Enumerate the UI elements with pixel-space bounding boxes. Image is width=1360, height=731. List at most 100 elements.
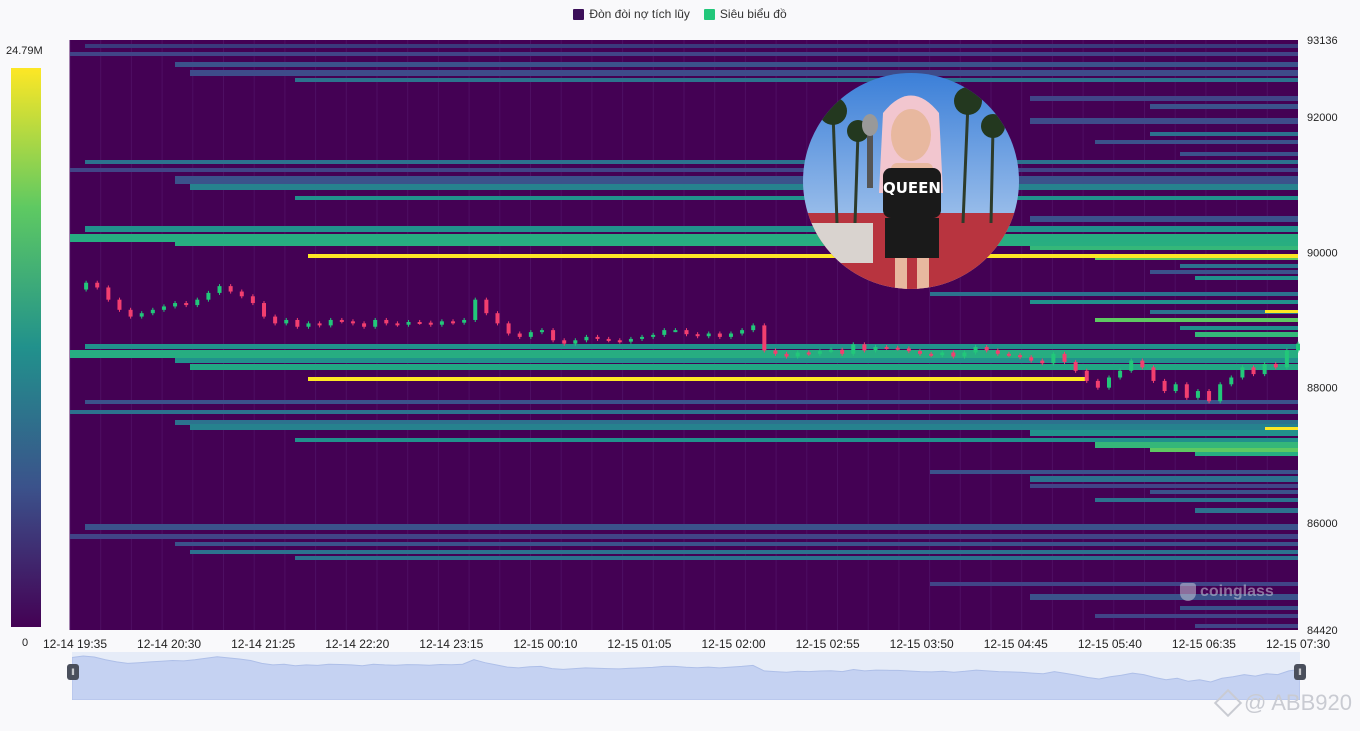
candle-body — [328, 319, 333, 326]
candle-body — [1273, 363, 1278, 368]
liquidation-level-lower — [308, 377, 1085, 381]
candle-body — [539, 330, 544, 333]
liquidation-band — [930, 292, 1298, 296]
liquidation-band — [70, 410, 1298, 414]
candle-body — [740, 330, 745, 334]
navigator-right-handle[interactable]: ǁ — [1294, 664, 1306, 680]
microphone-icon — [867, 128, 873, 188]
candle-body — [1218, 384, 1223, 402]
candle-body — [451, 321, 456, 324]
liquidation-band — [85, 160, 1298, 164]
candle-body — [350, 321, 355, 324]
candle-body — [1118, 370, 1123, 378]
navigator-left-handle[interactable]: ǁ — [67, 664, 79, 680]
candle-body — [273, 316, 278, 324]
candle-body — [884, 347, 889, 350]
liquidation-band — [190, 550, 1298, 554]
candle-body — [117, 299, 122, 310]
glass-icon — [1180, 583, 1196, 601]
liquidation-band — [1150, 490, 1298, 494]
candle-body — [940, 352, 945, 356]
liquidation-band — [295, 556, 1298, 560]
candle-body — [161, 306, 166, 310]
candle-body — [995, 350, 1000, 354]
candle-body — [1029, 357, 1034, 361]
candle-body — [462, 319, 467, 323]
candle-body — [1084, 370, 1089, 381]
candle-body — [1173, 384, 1178, 392]
x-tick-label: 12-14 20:30 — [137, 637, 201, 651]
y-tick-label: 86000 — [1307, 518, 1338, 530]
liquidation-band — [175, 542, 1298, 546]
liquidation-band — [1095, 318, 1298, 322]
candle-body — [195, 299, 200, 306]
candle-body — [984, 347, 989, 351]
liquidation-band — [85, 524, 1298, 530]
liquidation-band — [1030, 430, 1298, 436]
candle-body — [95, 282, 100, 288]
liquidation-band — [85, 44, 1298, 48]
watermark: @ ABB920 — [1213, 688, 1352, 718]
y-tick-label: 92000 — [1307, 112, 1338, 124]
candle-body — [1106, 377, 1111, 388]
candle-body — [262, 303, 267, 317]
liquidation-band — [1030, 300, 1298, 304]
x-tick-label: 12-15 00:10 — [513, 637, 577, 651]
candle-body — [106, 287, 111, 300]
candle-body — [528, 332, 533, 337]
candle-body — [829, 349, 834, 352]
candle-body — [139, 313, 144, 317]
liquidation-level-small — [1265, 427, 1298, 430]
liquidation-band — [295, 438, 1298, 442]
liquidation-band — [1150, 104, 1298, 109]
candle-body — [128, 309, 133, 317]
liquidation-band — [1195, 276, 1298, 280]
candle-body — [706, 333, 711, 337]
candle-body — [751, 325, 756, 331]
candle-body — [428, 322, 433, 325]
candle-body — [1251, 367, 1256, 375]
candle-body — [606, 338, 611, 341]
x-tick-label: 12-14 23:15 — [419, 637, 483, 651]
candle-body — [662, 330, 667, 335]
candle-body — [584, 336, 589, 341]
candle-body — [1129, 360, 1134, 371]
candle-body — [1162, 380, 1167, 392]
liquidation-band — [85, 400, 1298, 404]
candle-body — [962, 352, 967, 357]
liquidation-band — [930, 470, 1298, 474]
liquidation-band — [1030, 476, 1298, 482]
x-tick-label: 12-14 21:25 — [231, 637, 295, 651]
x-tick-label: 12-14 22:20 — [325, 637, 389, 651]
candle-body — [562, 340, 567, 344]
range-navigator[interactable] — [71, 652, 1301, 701]
candle-body — [1095, 380, 1100, 388]
heatmap-chart[interactable]: 93136 92000 90000 88000 86000 84420 12-14 19:3… — [0, 0, 1360, 660]
candle-body — [317, 323, 322, 326]
candle-body — [817, 351, 822, 354]
liquidation-band — [1030, 118, 1298, 124]
candle-body — [951, 352, 956, 357]
candle-body — [1229, 377, 1234, 385]
candle-body — [1207, 391, 1212, 402]
candle-body — [1073, 361, 1078, 371]
liquidation-band — [190, 70, 1298, 76]
candle-body — [239, 291, 244, 297]
liquidation-band — [1030, 216, 1298, 222]
liquidation-band — [70, 234, 1298, 242]
y-tick-label: 84420 — [1307, 625, 1338, 637]
candle-body — [651, 334, 656, 337]
candle-body — [551, 330, 556, 341]
liquidation-band — [1195, 508, 1298, 513]
candle-body — [406, 322, 411, 325]
liquidation-band — [1180, 152, 1298, 156]
candle-body — [495, 313, 500, 324]
candle-body — [840, 349, 845, 354]
candle-body — [84, 282, 89, 290]
candle-body — [973, 347, 978, 353]
diamond-icon — [1213, 688, 1243, 718]
liquidation-band — [1095, 442, 1298, 448]
liquidation-band — [295, 196, 1298, 200]
candle-body — [228, 286, 233, 292]
liquidation-band — [175, 62, 1298, 67]
